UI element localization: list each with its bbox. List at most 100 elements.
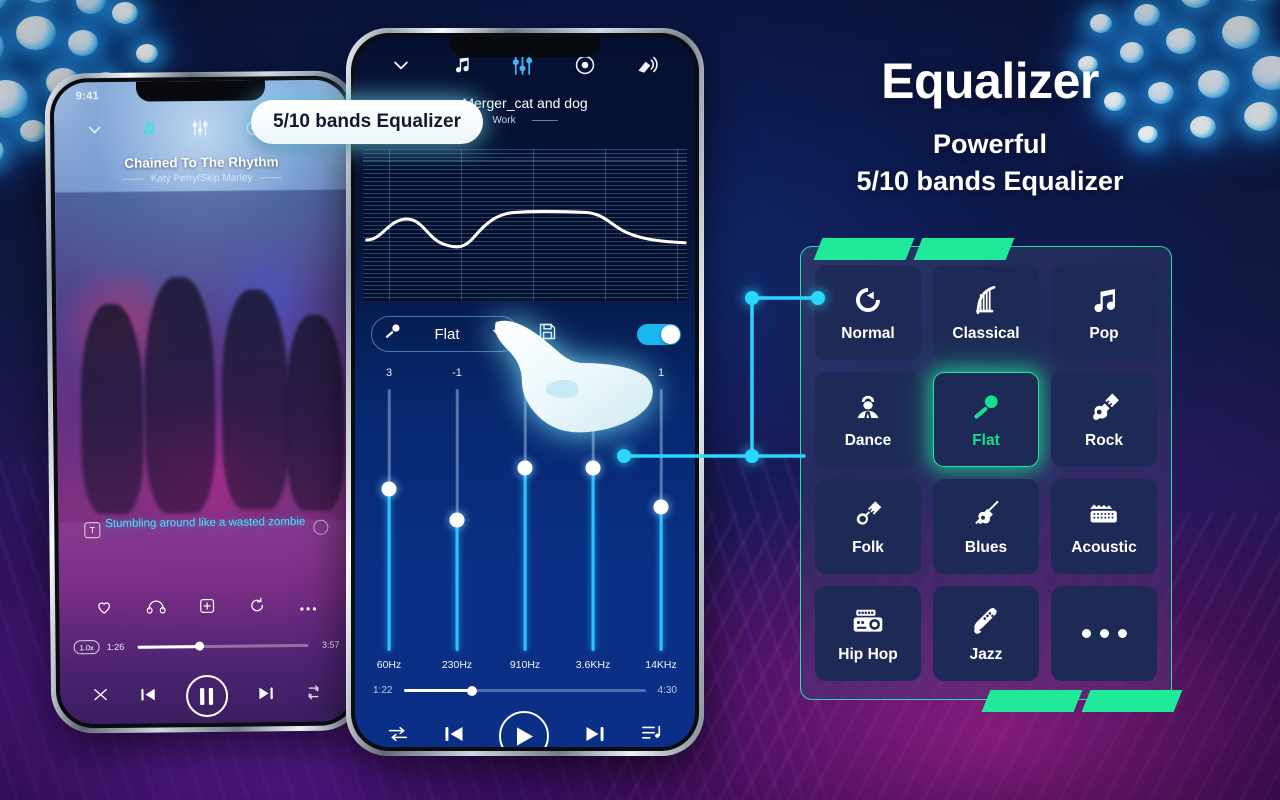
slider-knob[interactable] (585, 460, 601, 476)
maraca-icon (383, 322, 402, 346)
repeat-icon[interactable] (305, 684, 322, 706)
preset-label: Acoustic (1071, 539, 1137, 556)
preset-cell-hip-hop[interactable]: Hip Hop (815, 586, 921, 681)
preset-cell-acoustic[interactable]: Acoustic (1051, 479, 1157, 574)
progress-slider[interactable] (137, 641, 309, 651)
left-phone-mockup: 9:41 Chained To The Rhythm Katy Perry/Sk… (44, 70, 364, 734)
slider-knob[interactable] (653, 499, 669, 515)
band-slider[interactable] (627, 389, 695, 651)
band-slider[interactable] (491, 389, 559, 651)
normal-disc-icon (853, 282, 883, 318)
more-dots-icon (1081, 629, 1127, 638)
music-note-icon[interactable] (451, 55, 472, 76)
cast-icon[interactable] (636, 54, 659, 77)
heart-icon[interactable] (95, 598, 113, 621)
refresh-icon[interactable] (248, 596, 266, 619)
band-frequency-row: 60Hz 230Hz 910Hz 3.6KHz 14KHz (355, 659, 695, 671)
chevron-down-icon[interactable] (391, 55, 411, 75)
preset-dropdown[interactable]: Flat (371, 316, 519, 352)
track-title: Chained To The Rhythm (124, 154, 279, 171)
music-note-icon[interactable] (139, 120, 156, 137)
band-value: 3 (385, 367, 393, 379)
headphone-icon[interactable] (146, 597, 166, 620)
slider-knob[interactable] (381, 481, 397, 497)
chevron-down-icon[interactable] (86, 121, 103, 138)
preset-cell-pop[interactable]: Pop (1051, 265, 1157, 360)
preset-cell-more[interactable] (1051, 586, 1157, 681)
band-slider[interactable] (423, 389, 491, 651)
band-slider[interactable] (355, 389, 423, 651)
left-phone-seekbar[interactable]: 1.0x 1:26 3:57 (73, 638, 340, 655)
preset-label: Normal (841, 325, 895, 342)
accent-bar-top-1 (813, 238, 915, 260)
band-slider[interactable] (559, 389, 627, 651)
dancer-icon (853, 389, 883, 425)
center-phone-transport[interactable] (355, 711, 695, 747)
preset-cell-jazz[interactable]: Jazz (933, 586, 1039, 681)
accent-bar-bottom-1 (981, 690, 1083, 712)
play-button[interactable] (499, 711, 550, 747)
total-time: 4:30 (657, 685, 677, 696)
crossfade-icon[interactable] (388, 726, 408, 747)
band-frequency-label: 3.6KHz (575, 659, 611, 671)
preset-cell-rock[interactable]: Rock (1051, 372, 1157, 467)
save-icon[interactable] (537, 321, 558, 347)
shuffle-icon[interactable] (92, 686, 109, 708)
track-artist: Katy Perry/Skip Marley (55, 171, 349, 185)
preset-controls-row[interactable]: Flat (371, 313, 681, 355)
phone-notch (135, 80, 266, 102)
promo-subtitle: Powerful 5/10 bands Equalizer (760, 126, 1220, 201)
violin-icon (971, 496, 1001, 532)
preset-label: Pop (1089, 325, 1119, 342)
band-value (559, 367, 627, 379)
band-frequency-label: 14KHz (645, 659, 677, 671)
promo-subtitle-line2: 5/10 bands Equalizer (856, 166, 1124, 197)
lyric-line: Stumbling around like a wasted zombie (105, 515, 306, 531)
current-time: 1:22 (373, 685, 393, 696)
slider-knob[interactable] (517, 460, 533, 476)
band-slider-row[interactable] (355, 389, 695, 651)
left-phone-transport[interactable] (60, 673, 354, 718)
left-phone-actions[interactable] (59, 595, 353, 621)
preset-grid[interactable]: Normal Classical Pop Dance Flat Rock Folk Blues… (815, 265, 1157, 681)
preset-cell-folk[interactable]: Folk (815, 479, 921, 574)
playback-speed-badge[interactable]: 1.0x (73, 640, 100, 655)
preset-cell-dance[interactable]: Dance (815, 372, 921, 467)
frequency-response-graph (363, 149, 687, 301)
slider-fill (523, 467, 527, 651)
accent-bar-top-2 (913, 238, 1015, 260)
band-value-row: 3 -1 4 1 (355, 367, 695, 379)
slider-fill (591, 467, 595, 651)
chevron-down-icon[interactable] (492, 325, 505, 343)
preset-cell-flat[interactable]: Flat (933, 372, 1039, 467)
slider-knob[interactable] (449, 512, 465, 528)
preset-cell-normal[interactable]: Normal (815, 265, 921, 360)
left-phone-screen: 9:41 Chained To The Rhythm Katy Perry/Sk… (53, 79, 355, 725)
preset-label: Flat (434, 325, 460, 343)
equalizer-icon[interactable] (192, 119, 210, 137)
pause-button[interactable] (185, 674, 229, 718)
previous-icon[interactable] (138, 684, 158, 709)
timer-icon[interactable] (574, 54, 596, 76)
playlist-icon[interactable] (641, 724, 662, 747)
slider-fill (659, 506, 663, 651)
equalizer-toggle[interactable] (637, 323, 681, 345)
slider-fill (455, 520, 459, 651)
preset-label: Dance (844, 432, 892, 449)
more-icon[interactable] (299, 598, 317, 616)
lyric-info-icon[interactable] (313, 519, 329, 535)
band-value: 4 (521, 367, 529, 379)
center-phone-seekbar[interactable]: 1:22 4:30 (373, 685, 677, 696)
preset-label: Rock (1085, 432, 1123, 449)
previous-icon[interactable] (442, 722, 466, 748)
preset-cell-blues[interactable]: Blues (933, 479, 1039, 574)
next-icon[interactable] (256, 683, 276, 708)
add-to-playlist-icon[interactable] (198, 597, 216, 620)
response-curve (365, 209, 687, 249)
preset-cell-classical[interactable]: Classical (933, 265, 1039, 360)
progress-slider[interactable] (404, 685, 646, 696)
current-time: 1:26 (106, 641, 125, 653)
total-time: 3:57 (321, 639, 340, 650)
next-icon[interactable] (583, 722, 607, 748)
more-dots-icon (1081, 616, 1127, 652)
